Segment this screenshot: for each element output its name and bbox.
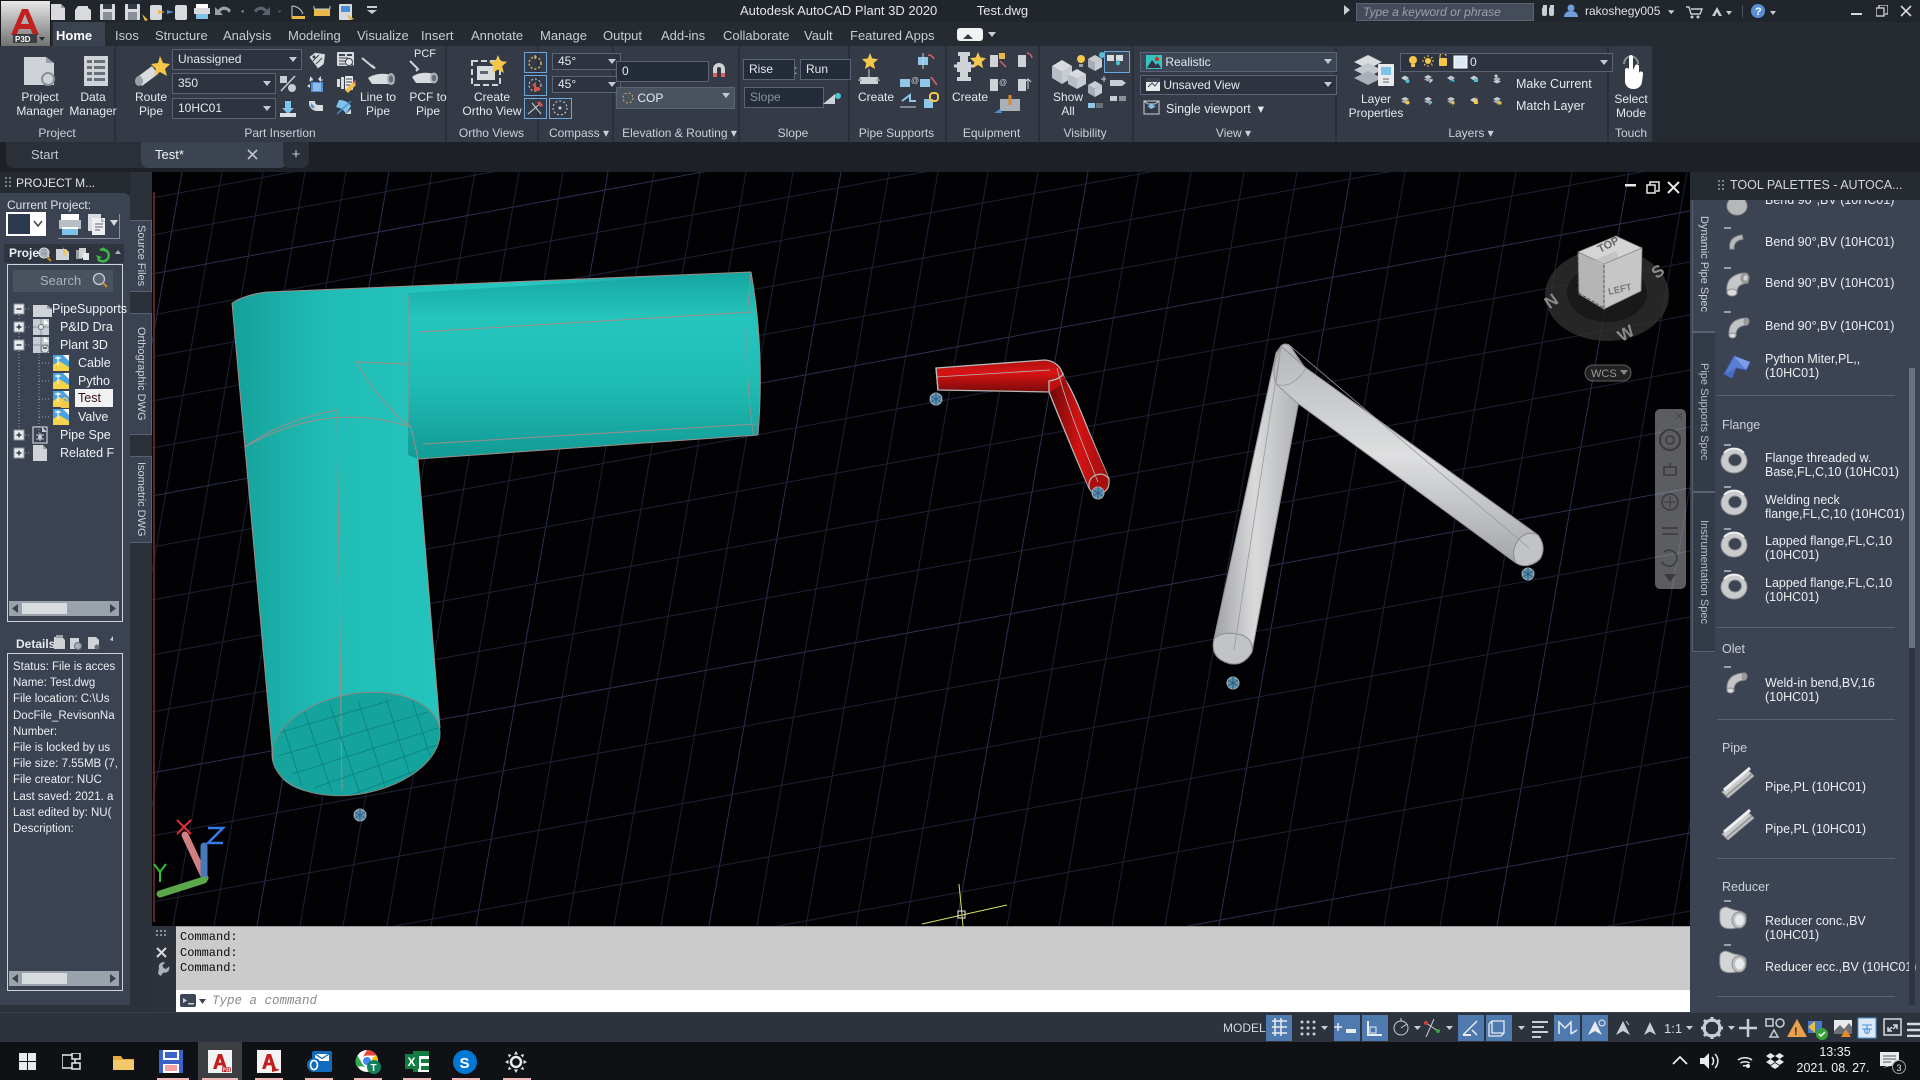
svg-text:T: T	[371, 1063, 377, 1074]
svg-text:!: !	[1794, 1026, 1798, 1038]
svg-text:?: ?	[1755, 6, 1762, 18]
svg-text:P3D: P3D	[223, 1068, 233, 1074]
svg-text:S: S	[460, 1055, 470, 1072]
svg-text:@: @	[999, 78, 1007, 87]
svg-text:3: 3	[1897, 1063, 1902, 1073]
svg-text:rakoshegy005: rakoshegy005	[1585, 4, 1661, 18]
svg-text:1:1: 1:1	[1664, 1021, 1682, 1036]
svg-text:X: X	[408, 1055, 416, 1069]
svg-text:WCS: WCS	[1591, 368, 1617, 380]
svg-text:P3D: P3D	[15, 35, 31, 44]
svg-text:@: @	[911, 76, 919, 85]
